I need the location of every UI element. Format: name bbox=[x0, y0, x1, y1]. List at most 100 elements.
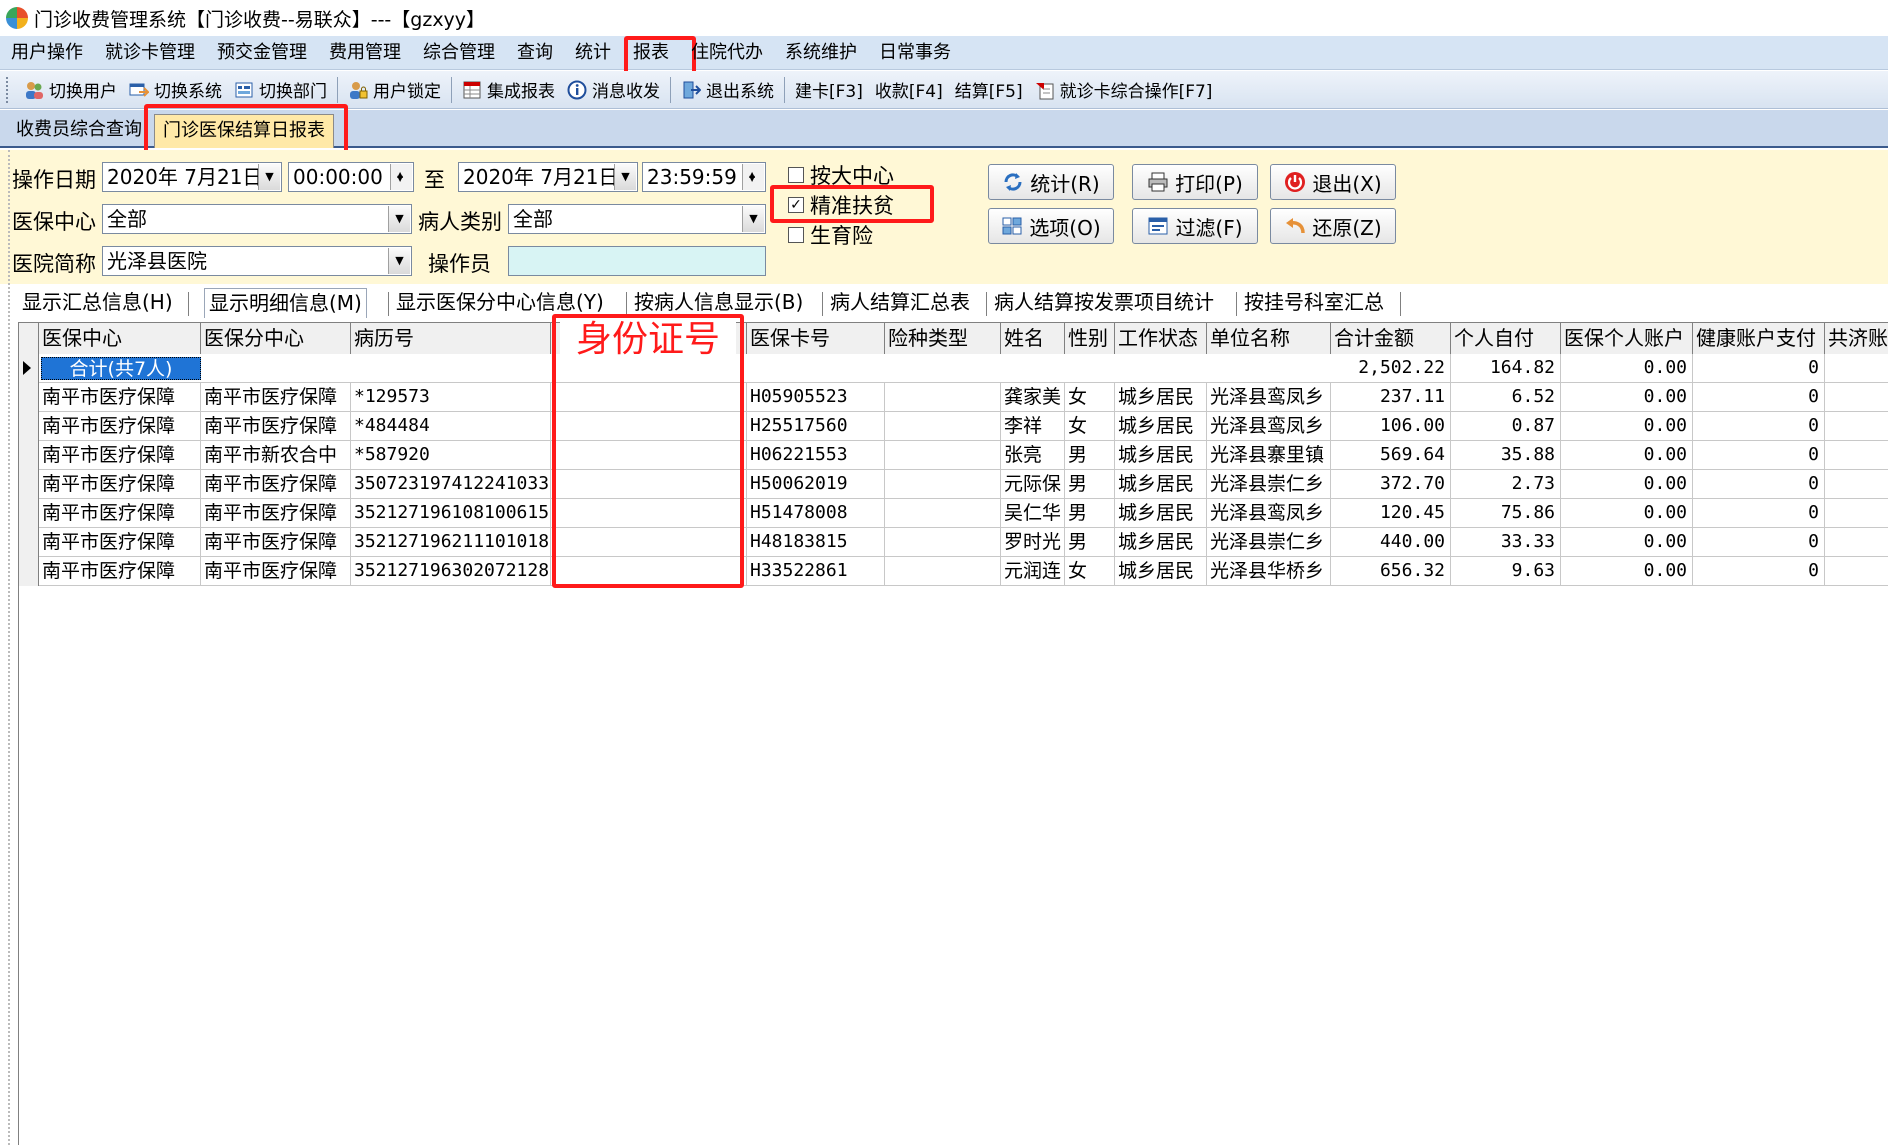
cell-insurance-subcenter[interactable]: 南平市新农合中 bbox=[201, 441, 351, 470]
cell-name[interactable]: 张亮 bbox=[1001, 441, 1065, 470]
switch-system-button[interactable]: 切换系统 bbox=[123, 75, 228, 105]
cell-employer[interactable]: 光泽县鸾凤乡 bbox=[1207, 412, 1331, 441]
total-count-cell[interactable]: 合计(共7人) bbox=[41, 357, 201, 380]
cell-total-amount[interactable]: 372.70 bbox=[1331, 470, 1451, 499]
cell-total-amount[interactable]: 440.00 bbox=[1331, 528, 1451, 557]
cell-insurance-type[interactable] bbox=[885, 557, 1001, 586]
menu-daily-affairs[interactable]: 日常事务 bbox=[868, 36, 962, 70]
tab-patient-settlement-summary[interactable]: 病人结算汇总表 bbox=[830, 288, 970, 318]
cell-gender[interactable]: 男 bbox=[1065, 499, 1115, 528]
cell-mutual-aid[interactable] bbox=[1825, 470, 1888, 499]
time-from-input[interactable]: 00:00:00 bbox=[288, 161, 414, 193]
cell-mutual-aid[interactable] bbox=[1825, 383, 1888, 412]
cell-record-no[interactable]: *587920 bbox=[351, 441, 551, 470]
col-mutual-aid[interactable]: 共济账 bbox=[1825, 323, 1888, 354]
col-health-account[interactable]: 健康账户支付 bbox=[1693, 323, 1825, 354]
cell-mutual-aid[interactable] bbox=[1825, 412, 1888, 441]
total-amount-cell[interactable]: 2,502.22 bbox=[1331, 354, 1451, 383]
tab-cashier-query[interactable]: 收费员综合查询 bbox=[8, 116, 150, 146]
cell-gender[interactable]: 男 bbox=[1065, 470, 1115, 499]
col-name[interactable]: 姓名 bbox=[1001, 323, 1065, 354]
col-employer[interactable]: 单位名称 bbox=[1207, 323, 1331, 354]
menu-card-management[interactable]: 就诊卡管理 bbox=[94, 36, 206, 70]
chevron-down-icon[interactable]: ▼ bbox=[258, 164, 280, 190]
cell-employer[interactable]: 光泽县鸾凤乡 bbox=[1207, 499, 1331, 528]
cell-insurance-card-no[interactable]: H50062019 bbox=[747, 470, 885, 499]
cell-employer[interactable]: 光泽县崇仁乡 bbox=[1207, 470, 1331, 499]
cell-self-pay[interactable]: 6.52 bbox=[1451, 383, 1561, 412]
cell-gender[interactable]: 男 bbox=[1065, 528, 1115, 557]
chevron-down-icon[interactable]: ▼ bbox=[388, 248, 410, 274]
col-work-status[interactable]: 工作状态 bbox=[1115, 323, 1207, 354]
cell-record-no[interactable]: 352127196211101018 bbox=[351, 528, 551, 557]
table-row[interactable]: 南平市医疗保障 南平市新农合中 *587920 H06221553 张亮男城乡居民 光泽县… bbox=[19, 441, 1888, 470]
cell-insurance-type[interactable] bbox=[885, 383, 1001, 412]
checkbox-box[interactable] bbox=[788, 227, 804, 243]
messages-button[interactable]: 消息收发 bbox=[561, 75, 666, 105]
cell-health-account[interactable]: 0 bbox=[1693, 383, 1825, 412]
cell-total-amount[interactable]: 120.45 bbox=[1331, 499, 1451, 528]
cell-work-status[interactable]: 城乡居民 bbox=[1115, 470, 1207, 499]
col-insurance-center[interactable]: 医保中心 bbox=[39, 323, 201, 354]
cell-name[interactable]: 龚家美 bbox=[1001, 383, 1065, 412]
menu-inpatient-agent[interactable]: 住院代办 bbox=[680, 36, 774, 70]
cell-insurance-type[interactable] bbox=[885, 470, 1001, 499]
table-row[interactable]: 南平市医疗保障 南平市医疗保障 352127196108100615 H5147800… bbox=[19, 499, 1888, 528]
cell-work-status[interactable]: 城乡居民 bbox=[1115, 528, 1207, 557]
col-personal-account[interactable]: 医保个人账户 bbox=[1561, 323, 1693, 354]
cell-health-account[interactable]: 0 bbox=[1693, 557, 1825, 586]
cell-self-pay[interactable]: 2.73 bbox=[1451, 470, 1561, 499]
cell-work-status[interactable]: 城乡居民 bbox=[1115, 441, 1207, 470]
table-row[interactable]: 南平市医疗保障 南平市医疗保障 352127196211101018 H4818381… bbox=[19, 528, 1888, 557]
cell-name[interactable]: 李祥 bbox=[1001, 412, 1065, 441]
cell-insurance-center[interactable]: 南平市医疗保障 bbox=[39, 383, 201, 412]
col-insurance-card-no[interactable]: 医保卡号 bbox=[747, 323, 885, 354]
patient-type-select[interactable]: 全部 ▼ bbox=[508, 204, 766, 234]
cell-health-account[interactable]: 0 bbox=[1693, 470, 1825, 499]
settle-button[interactable]: 结算[F5] bbox=[949, 75, 1029, 105]
cell-self-pay[interactable]: 75.86 bbox=[1451, 499, 1561, 528]
collect-payment-button[interactable]: 收款[F4] bbox=[869, 75, 949, 105]
switch-user-button[interactable]: 切换用户 bbox=[18, 75, 123, 105]
cell-insurance-center[interactable]: 南平市医疗保障 bbox=[39, 499, 201, 528]
cell-record-no[interactable]: 352127196302072128 bbox=[351, 557, 551, 586]
cell-record-no[interactable]: 350723197412241033 bbox=[351, 470, 551, 499]
menu-query[interactable]: 查询 bbox=[506, 36, 564, 70]
cell-mutual-aid[interactable] bbox=[1825, 557, 1888, 586]
cell-record-no[interactable]: *484484 bbox=[351, 412, 551, 441]
cell-insurance-center[interactable]: 南平市医疗保障 bbox=[39, 441, 201, 470]
cell-mutual-aid[interactable] bbox=[1825, 528, 1888, 557]
cell-total-amount[interactable]: 656.32 bbox=[1331, 557, 1451, 586]
cell-insurance-card-no[interactable]: H06221553 bbox=[747, 441, 885, 470]
cell-insurance-center[interactable]: 南平市医疗保障 bbox=[39, 557, 201, 586]
cell-insurance-card-no[interactable]: H51478008 bbox=[747, 499, 885, 528]
menu-fee-management[interactable]: 费用管理 bbox=[318, 36, 412, 70]
tab-settlement-by-invoice-item[interactable]: 病人结算按发票项目统计 bbox=[994, 288, 1214, 318]
tab-by-registration-dept[interactable]: 按挂号科室汇总 bbox=[1244, 288, 1384, 318]
total-row[interactable]: 合计(共7人) 2,502.22 164.82 0.00 0 bbox=[19, 354, 1888, 383]
cell-gender[interactable]: 女 bbox=[1065, 412, 1115, 441]
operator-input[interactable] bbox=[508, 246, 766, 276]
cell-total-amount[interactable]: 106.00 bbox=[1331, 412, 1451, 441]
cell-total-amount[interactable]: 237.11 bbox=[1331, 383, 1451, 412]
total-self-pay-cell[interactable]: 164.82 bbox=[1451, 354, 1561, 383]
cell-self-pay[interactable]: 33.33 bbox=[1451, 528, 1561, 557]
menu-system-maintenance[interactable]: 系统维护 bbox=[774, 36, 868, 70]
time-to-spinner-icon[interactable] bbox=[742, 161, 764, 193]
checkbox-maternity-insurance[interactable]: 生育险 bbox=[788, 220, 873, 250]
cell-mutual-aid[interactable] bbox=[1825, 499, 1888, 528]
cell-insurance-subcenter[interactable]: 南平市医疗保障 bbox=[201, 412, 351, 441]
cell-total-amount[interactable]: 569.64 bbox=[1331, 441, 1451, 470]
integrated-report-button[interactable]: 集成报表 bbox=[456, 75, 561, 105]
create-card-button[interactable]: 建卡[F3] bbox=[789, 75, 869, 105]
statistics-button[interactable]: 统计(R) bbox=[988, 164, 1114, 200]
cell-record-no[interactable]: 352127196108100615 bbox=[351, 499, 551, 528]
cell-mutual-aid[interactable] bbox=[1825, 441, 1888, 470]
chevron-down-icon[interactable]: ▼ bbox=[742, 206, 764, 232]
cell-employer[interactable]: 光泽县崇仁乡 bbox=[1207, 528, 1331, 557]
cell-gender[interactable]: 女 bbox=[1065, 557, 1115, 586]
table-row[interactable]: 南平市医疗保障 南平市医疗保障 352127196302072128 H3352286… bbox=[19, 557, 1888, 586]
tab-detail-info[interactable]: 显示明细信息(M) bbox=[204, 288, 367, 318]
col-insurance-type[interactable]: 险种类型 bbox=[885, 323, 1001, 354]
table-row[interactable]: 南平市医疗保障 南平市医疗保障 350723197412241033 H5006201… bbox=[19, 470, 1888, 499]
